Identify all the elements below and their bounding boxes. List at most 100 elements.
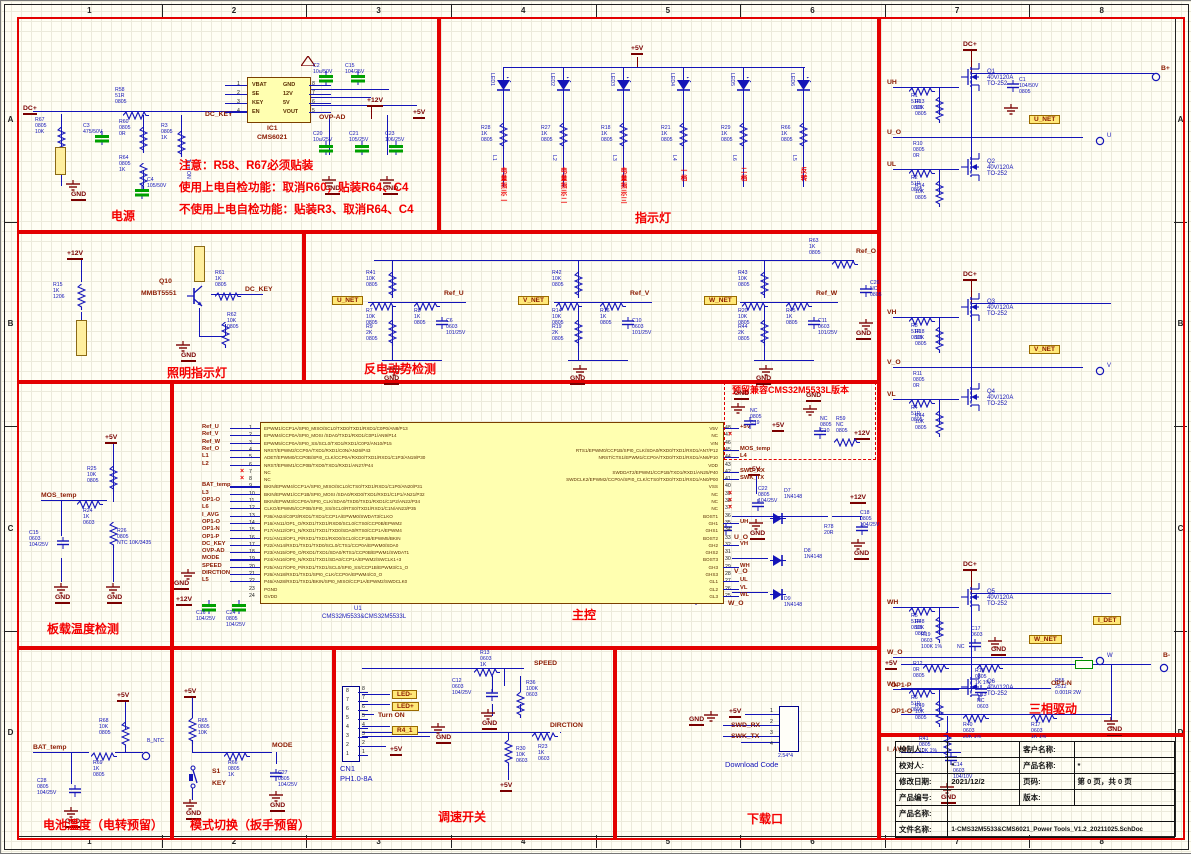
resistor-value: R27 1K 0805 <box>541 125 553 143</box>
res-h-icon <box>832 256 858 274</box>
block-indicator-leds: +5VLED1R28 1K 0805L1电量指示一LED2R27 1K 0805… <box>437 17 881 234</box>
mode-text: KEY <box>212 780 226 787</box>
wire-segment <box>723 567 739 568</box>
sense-text: OP1-N <box>1051 680 1072 687</box>
schematic-sheet: 1122334455667788AABBCCDD DC+R58 51R 0805… <box>0 0 1191 854</box>
speed-text: R30 10K 0603 <box>516 746 528 764</box>
res-v-icon <box>935 181 944 212</box>
cap-value: C1 104/50V 0805 <box>1019 77 1038 95</box>
mcu-text: GND <box>174 580 189 590</box>
wire-segment <box>309 94 331 95</box>
lighting-text: GND <box>181 352 196 362</box>
block-title: 绘制人:客户名称:校对人:*产品名称:*修改日期:2021/12/2页码:第 0… <box>877 733 1185 840</box>
power-port-tag: W_NET <box>704 296 737 305</box>
wire-segment <box>374 260 854 261</box>
battemp-text: +5V <box>117 692 129 702</box>
title-field-label: 产品名称: <box>1020 758 1074 774</box>
mcu-text: GND <box>750 530 765 540</box>
wire-segment <box>901 714 1111 715</box>
ruler-tick <box>4 631 17 632</box>
cap-v-icon <box>969 638 981 656</box>
wire-segment <box>309 103 331 104</box>
mcu-pin-name: GH3 <box>462 565 718 570</box>
resistor-value: R9 2K 0805 <box>366 324 378 342</box>
phase-pin-label: V <box>1107 363 1111 369</box>
shunt-resistor <box>1075 660 1093 669</box>
block-label: 模式切换（扳手预留） <box>190 816 310 833</box>
net-label: L1 <box>202 453 209 459</box>
no-connect-mark: × <box>728 490 732 497</box>
reserved-text: +5V <box>772 422 784 432</box>
ruler-tick <box>4 222 17 223</box>
mcu-part: CMS32M5533&CMS32M5533L <box>322 614 406 620</box>
led-refdes: LED6 <box>789 73 795 86</box>
power-text: OVP-AD <box>319 114 345 121</box>
wire-segment <box>358 728 368 729</box>
resistor-value: R18 1K 0805 <box>601 125 613 143</box>
net-label: Ref_V <box>202 431 218 437</box>
wire-segment <box>230 486 260 487</box>
function-label: 反转 <box>797 167 807 182</box>
power-text: R60 0805 0R <box>119 119 131 137</box>
wire-segment <box>309 112 331 113</box>
net-label: L6 <box>731 155 737 161</box>
boardtemp-text: C15 0603 104/25V <box>29 530 48 548</box>
resistor-value: R41 10K 0805 <box>366 270 378 288</box>
speed-text: R23 1K 0603 <box>538 744 550 762</box>
download-text: SWD_RX <box>731 722 760 729</box>
res-v-icon <box>516 692 525 723</box>
mcu-text: W_O <box>728 600 743 607</box>
gnd-icon <box>703 710 719 728</box>
wire-segment <box>230 501 260 502</box>
res-v-icon <box>139 127 148 158</box>
connector-pin-number: 6 <box>346 706 349 712</box>
net-tag: LED- <box>392 690 417 699</box>
net-label: Ref_O <box>856 248 876 255</box>
wire-segment <box>741 742 779 743</box>
resistor-value: R21 1K 0805 <box>661 125 673 143</box>
wire-segment <box>230 457 260 458</box>
power-port-tag: V_NET <box>1029 345 1060 354</box>
ruler-col-label: 5 <box>596 4 741 17</box>
block-label: 反电动势检测 <box>364 360 436 377</box>
mcu-pin-name: NC <box>462 492 718 497</box>
battemp-text: B_NTC <box>147 738 164 744</box>
no-connect-mark: × <box>728 497 732 504</box>
wire-segment <box>230 450 260 451</box>
resistor-value: R28 1K 0805 <box>481 125 493 143</box>
net-label: L6 <box>202 504 209 510</box>
net-label: SWD_RX <box>740 468 765 474</box>
boardtemp-text: MOS_temp <box>41 492 77 499</box>
resistor-value: R8 1K 0805 <box>414 308 426 326</box>
net-label: WH <box>740 563 750 569</box>
title-field-label: 绘制人: <box>896 742 948 758</box>
res-v-icon <box>679 123 688 154</box>
download-text: +5V <box>729 708 741 718</box>
block-label: 主控 <box>572 606 596 623</box>
block-speed-switch: Turn ONGND+5VR13 0603 1KSPEEDC12 0603 10… <box>332 646 617 840</box>
assembly-note: 注意：R58、R67必须贴装 <box>179 157 313 173</box>
wire-segment <box>230 574 260 575</box>
mcu-text: C18 0805 104/25V <box>860 510 879 528</box>
speed-text: DIRCTION <box>550 722 583 729</box>
mode-text: R66 0805 1K <box>228 760 240 778</box>
title-field-value <box>1074 790 1174 806</box>
wire-segment <box>732 558 768 559</box>
wire-segment <box>309 97 371 98</box>
wire-segment <box>362 726 390 727</box>
wire-segment <box>230 516 260 517</box>
speed-text: R36 100K 0603 <box>526 680 538 698</box>
wire-segment <box>113 500 114 501</box>
title-field-label: 校对人: <box>896 758 948 774</box>
gnd-icon <box>802 404 818 422</box>
cap-value: C6 0603 101/25V <box>446 318 465 336</box>
wire-segment <box>832 516 862 517</box>
res-v-icon <box>109 466 118 497</box>
title-field-value <box>948 790 1020 806</box>
res-v-icon <box>574 272 583 303</box>
connector-pin-number: 4 <box>346 724 349 730</box>
wire-segment <box>901 688 1051 689</box>
wire-segment <box>225 112 247 113</box>
boardtemp-text: R24 1K 0603 <box>83 508 95 526</box>
wire-segment <box>901 664 1151 665</box>
